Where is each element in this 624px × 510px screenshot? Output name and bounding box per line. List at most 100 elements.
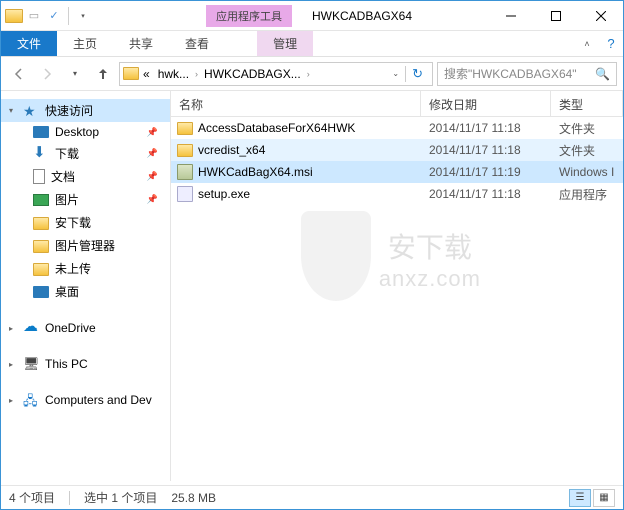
desktop-icon — [33, 286, 49, 298]
main-area: ▾ ★ 快速访问 Desktop📌 ⬇下载📌 文档📌 图片📌 安下载 图片管理器… — [1, 91, 623, 481]
folder-icon — [177, 144, 193, 157]
file-name: setup.exe — [198, 187, 250, 201]
sidebar-item-downloads[interactable]: ⬇下载📌 — [1, 142, 170, 165]
sidebar-onedrive[interactable]: ▸☁OneDrive — [1, 317, 170, 339]
breadcrumb-segment[interactable]: HWKCADBAGX... — [200, 67, 305, 81]
navigation-pane: ▾ ★ 快速访问 Desktop📌 ⬇下载📌 文档📌 图片📌 安下载 图片管理器… — [1, 91, 171, 481]
file-type: 文件夹 — [551, 142, 623, 159]
sidebar-item-notuploaded[interactable]: 未上传 — [1, 257, 170, 280]
status-item-count: 4 个项目 — [9, 489, 55, 506]
watermark-domain: anxz.com — [379, 266, 481, 292]
qat-check-icon[interactable]: ✓ — [45, 7, 63, 25]
desktop-icon — [33, 126, 49, 138]
folder-icon — [177, 122, 193, 135]
close-button[interactable] — [578, 2, 623, 30]
pin-icon: 📌 — [147, 127, 158, 138]
ribbon-collapse-icon[interactable]: ˄ — [575, 31, 599, 56]
chevron-right-icon[interactable]: ▸ — [9, 396, 17, 405]
sidebar-item-pictures[interactable]: 图片📌 — [1, 188, 170, 211]
pin-icon: 📌 — [147, 148, 158, 159]
pictures-icon — [33, 194, 49, 206]
forward-button[interactable] — [35, 62, 59, 86]
folder-icon — [33, 217, 49, 230]
sidebar-quick-access[interactable]: ▾ ★ 快速访问 — [1, 99, 170, 122]
contextual-tab-header: 应用程序工具 — [206, 5, 292, 27]
address-dropdown-icon[interactable]: ⌄ — [386, 69, 405, 78]
file-row[interactable]: vcredist_x642014/11/17 11:18文件夹 — [171, 139, 623, 161]
sidebar-item-desktop-cn[interactable]: 桌面 — [1, 280, 170, 303]
sidebar-computers[interactable]: ▸🖧Computers and Dev — [1, 389, 170, 411]
network-icon: 🖧 — [23, 392, 39, 408]
file-type: 应用程序 — [551, 186, 623, 203]
separator — [69, 491, 70, 505]
tab-home[interactable]: 主页 — [57, 31, 113, 56]
shield-icon — [301, 211, 371, 301]
tab-view[interactable]: 查看 — [169, 31, 225, 56]
up-button[interactable] — [91, 62, 115, 86]
qat-item-icon[interactable]: ▭ — [25, 7, 43, 25]
chevron-right-icon[interactable]: ▸ — [9, 360, 17, 369]
chevron-down-icon[interactable]: ▾ — [9, 106, 17, 115]
tab-manage[interactable]: 管理 — [257, 31, 313, 56]
file-row[interactable]: AccessDatabaseForX64HWK2014/11/17 11:18文… — [171, 117, 623, 139]
qat-dropdown-icon[interactable]: ▾ — [74, 7, 92, 25]
help-icon[interactable]: ? — [599, 31, 623, 56]
maximize-button[interactable] — [533, 2, 578, 30]
sidebar-item-label: 快速访问 — [45, 102, 93, 119]
file-date: 2014/11/17 11:18 — [421, 187, 551, 201]
address-bar[interactable]: « hwk... › HWKCADBAGX... › ⌄ ↻ — [119, 62, 433, 86]
view-icons-button[interactable]: ▦ — [593, 489, 615, 507]
chevron-right-icon[interactable]: › — [305, 69, 312, 79]
window-controls — [488, 2, 623, 30]
chevron-right-icon[interactable]: › — [193, 69, 200, 79]
column-name[interactable]: 名称 — [171, 91, 421, 116]
folder-icon — [33, 240, 49, 253]
sidebar-item-anxiazai[interactable]: 安下载 — [1, 211, 170, 234]
sidebar-item-desktop[interactable]: Desktop📌 — [1, 122, 170, 142]
breadcrumb-folder-icon — [123, 67, 139, 80]
quick-access-toolbar: ▭ ✓ ▾ — [1, 7, 96, 25]
pin-icon: 📌 — [147, 171, 158, 182]
file-name: AccessDatabaseForX64HWK — [198, 121, 355, 135]
window-title: HWKCADBAGX64 — [312, 9, 488, 23]
search-icon[interactable]: 🔍 — [595, 67, 610, 81]
breadcrumb-segment[interactable]: hwk... — [154, 67, 193, 81]
sidebar-item-documents[interactable]: 文档📌 — [1, 165, 170, 188]
navigation-bar: ▾ « hwk... › HWKCADBAGX... › ⌄ ↻ 搜索"HWKC… — [1, 57, 623, 91]
pin-icon: 📌 — [147, 194, 158, 205]
file-type: 文件夹 — [551, 120, 623, 137]
file-row[interactable]: HWKCadBagX64.msi 2014/11/17 11:19Windows … — [171, 161, 623, 183]
column-date[interactable]: 修改日期 — [421, 91, 551, 116]
tab-share[interactable]: 共享 — [113, 31, 169, 56]
title-bar: ▭ ✓ ▾ 应用程序工具 HWKCADBAGX64 — [1, 1, 623, 31]
star-icon: ★ — [23, 103, 39, 119]
app-folder-icon — [5, 9, 23, 23]
minimize-button[interactable] — [488, 2, 533, 30]
sidebar-item-picmgr[interactable]: 图片管理器 — [1, 234, 170, 257]
file-date: 2014/11/17 11:19 — [421, 165, 551, 179]
view-details-button[interactable]: ☰ — [569, 489, 591, 507]
sidebar-this-pc[interactable]: ▸🖥This PC — [1, 353, 170, 375]
file-list-pane: 名称 修改日期 类型 AccessDatabaseForX64HWK2014/1… — [171, 91, 623, 481]
file-row[interactable]: setup.exe 2014/11/17 11:18应用程序 — [171, 183, 623, 205]
recent-dropdown-icon[interactable]: ▾ — [63, 62, 87, 86]
breadcrumb-overflow[interactable]: « — [139, 67, 154, 81]
refresh-icon[interactable]: ↻ — [405, 66, 429, 82]
status-size: 25.8 MB — [171, 491, 216, 505]
pc-icon: 🖥 — [23, 356, 39, 372]
search-placeholder: 搜索"HWKCADBAGX64" — [444, 65, 577, 82]
status-selected: 选中 1 个项目 — [84, 489, 157, 506]
file-type: Windows I — [551, 165, 623, 179]
column-type[interactable]: 类型 — [551, 91, 623, 116]
chevron-right-icon[interactable]: ▸ — [9, 324, 17, 333]
file-name: HWKCadBagX64.msi — [198, 165, 313, 179]
cloud-icon: ☁ — [23, 320, 39, 336]
qat-separator — [68, 7, 69, 25]
tab-file[interactable]: 文件 — [1, 31, 57, 56]
document-icon — [33, 169, 45, 184]
search-input[interactable]: 搜索"HWKCADBAGX64" 🔍 — [437, 62, 617, 86]
file-name: vcredist_x64 — [198, 143, 265, 157]
back-button[interactable] — [7, 62, 31, 86]
folder-icon — [33, 263, 49, 276]
watermark: 安下载 anxz.com — [251, 211, 531, 307]
